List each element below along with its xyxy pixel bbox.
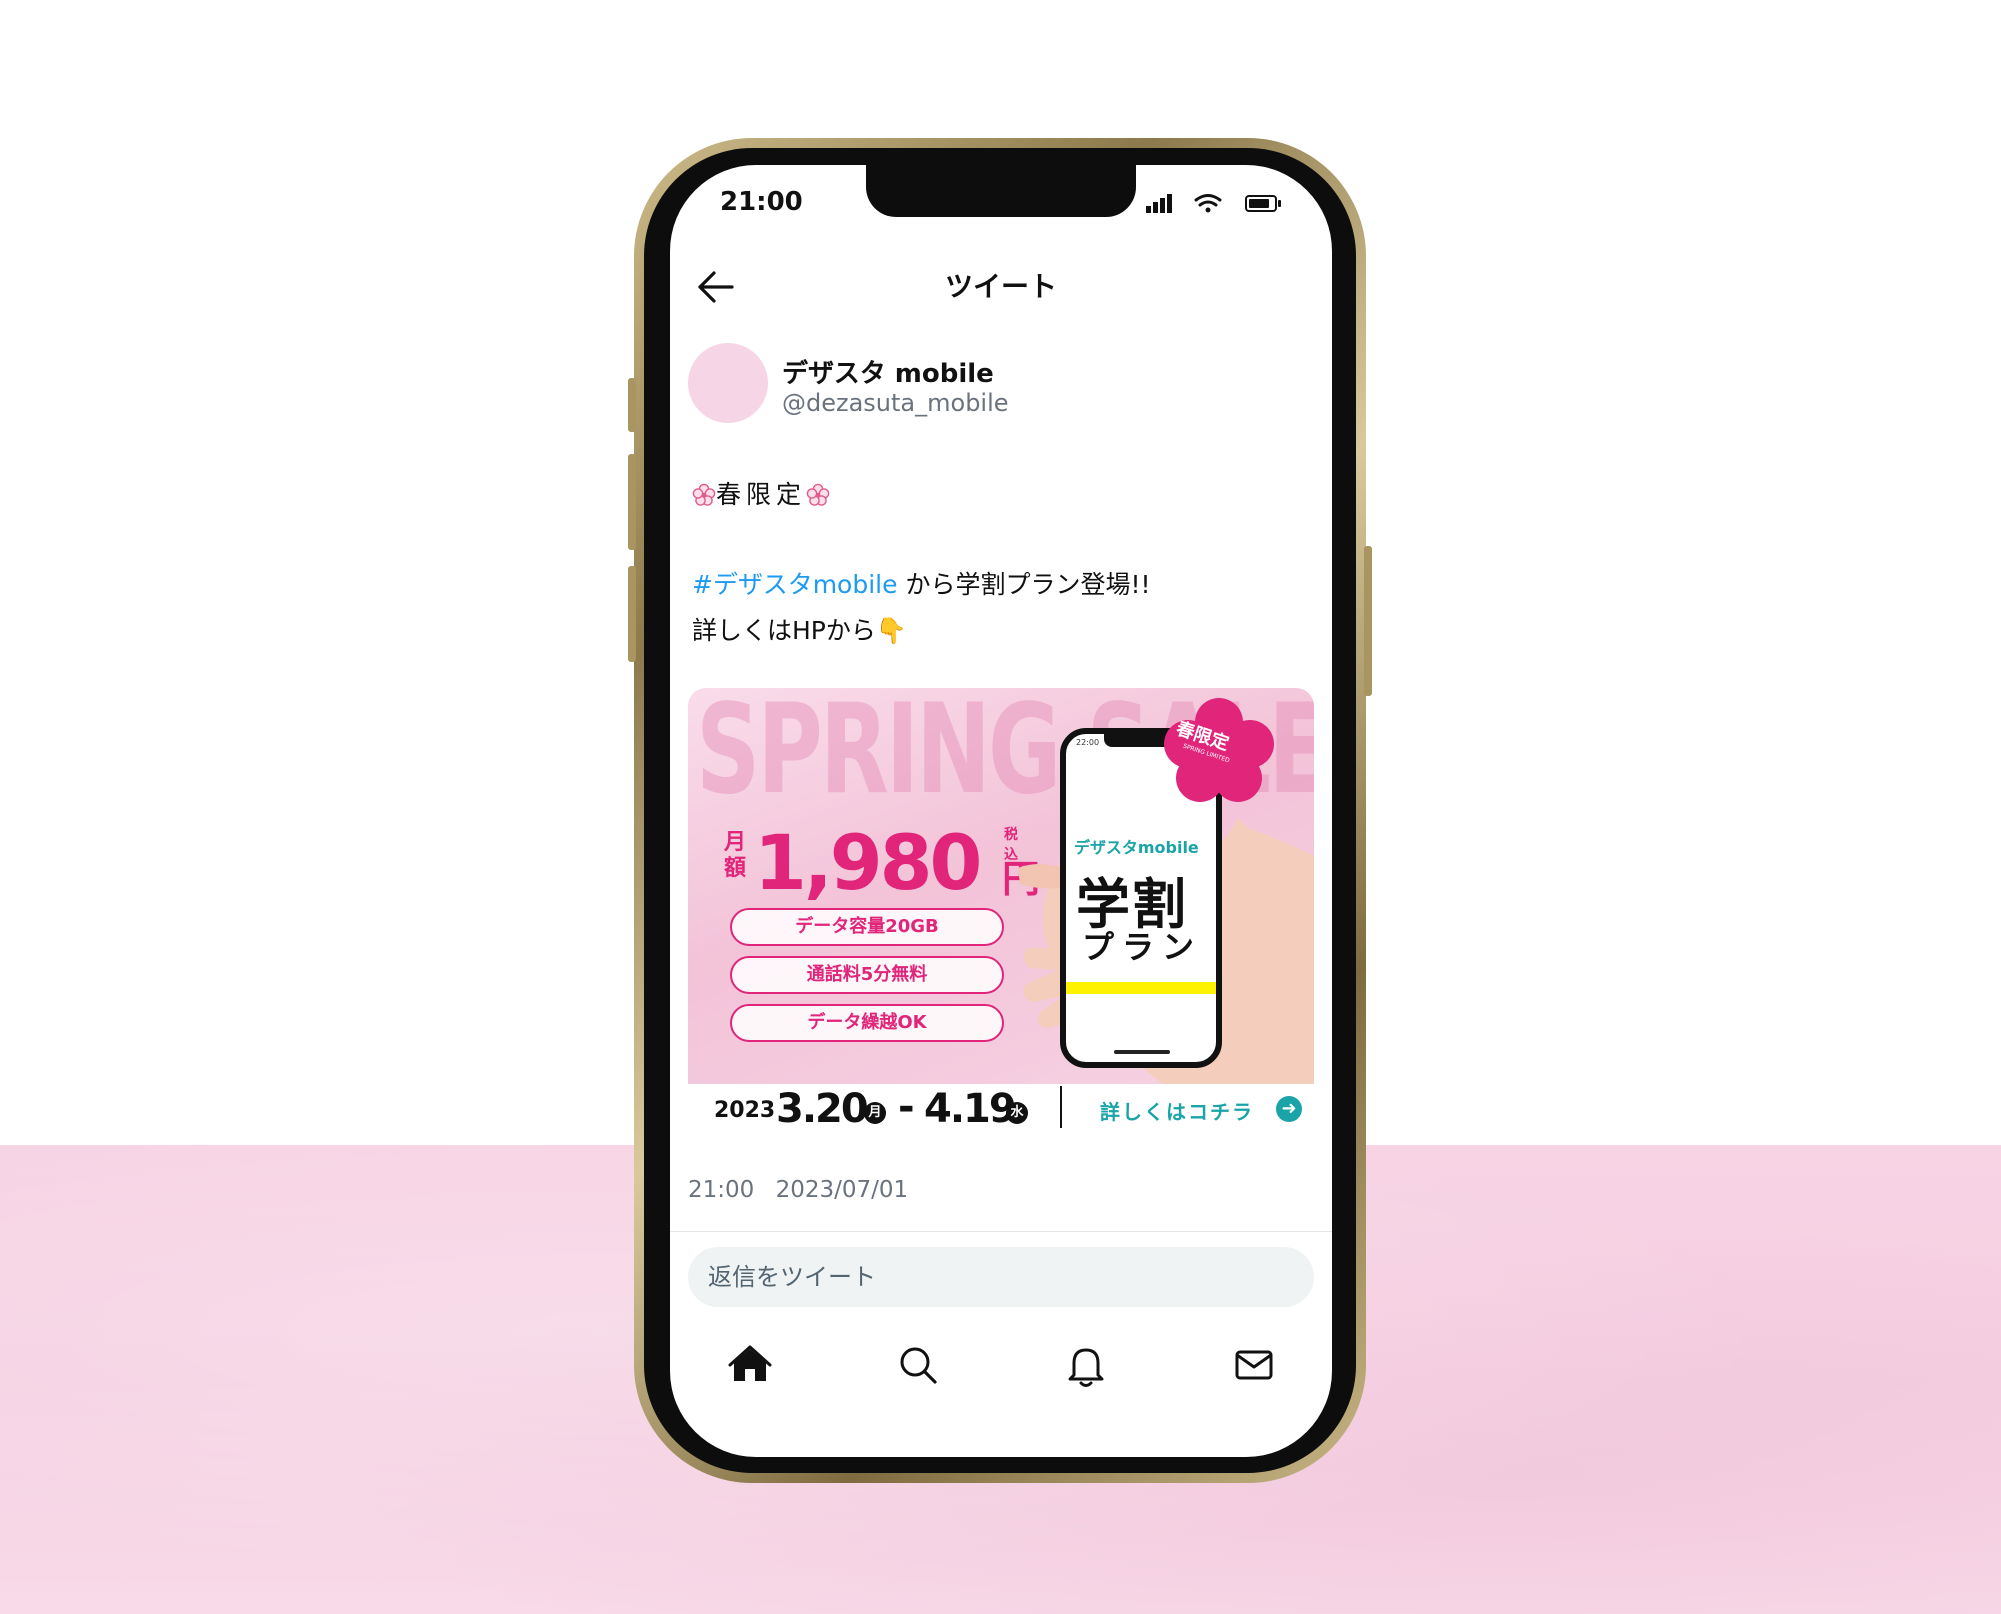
tweet-line-2-text: から学割プラン登場!! xyxy=(897,570,1151,599)
volume-down-button xyxy=(628,566,636,662)
tweet-headline: 春限定 xyxy=(692,475,830,511)
home-icon[interactable] xyxy=(720,1335,780,1395)
mini-phone-brand: デザスタmobile xyxy=(1074,838,1199,857)
avatar[interactable] xyxy=(688,343,768,423)
signal-icon xyxy=(1146,194,1172,213)
sale-period-bar: 2023 3.20 月 - 4.19 水 詳しくはコチラ ➜ xyxy=(688,1084,1314,1128)
feature-pill: データ容量20GB xyxy=(730,908,1004,946)
hashtag-link[interactable]: #デザスタmobile xyxy=(692,570,898,599)
feature-pill: 通話料5分無料 xyxy=(730,956,1004,994)
search-icon[interactable] xyxy=(888,1335,948,1395)
notch xyxy=(866,165,1136,217)
date-separator: - xyxy=(898,1084,915,1128)
bottom-tab-bar xyxy=(670,1335,1332,1395)
mini-phone-home-indicator xyxy=(1114,1050,1170,1054)
battery-icon xyxy=(1245,195,1281,212)
mute-switch xyxy=(628,378,636,432)
phone-screen: 21:00 ツイート デザスタ mobile @dezasuta_mobile … xyxy=(670,165,1332,1457)
user-handle[interactable]: @dezasuta_mobile xyxy=(782,389,1009,417)
arrow-right-icon[interactable]: ➜ xyxy=(1276,1096,1302,1122)
feature-pill: データ繰越OK xyxy=(730,1004,1004,1042)
price-prefix: 月額 xyxy=(724,830,747,881)
tweet-timestamp: 21:00 2023/07/01 xyxy=(688,1177,909,1203)
date-start-weekday: 月 xyxy=(864,1102,886,1124)
tweet-line-3-text: 詳しくはHPから xyxy=(692,616,876,645)
display-name[interactable]: デザスタ mobile xyxy=(782,353,994,390)
date-end: 4.19 xyxy=(924,1086,1017,1128)
power-button xyxy=(1364,546,1372,696)
wifi-icon xyxy=(1194,194,1222,213)
tweet-line-3: 詳しくはHPから👇 xyxy=(692,611,907,647)
tweet-line-2: #デザスタmobile から学割プラン登場!! xyxy=(692,565,1151,601)
date-year: 2023 xyxy=(714,1098,776,1123)
cherry-blossom-icon xyxy=(806,483,830,506)
banner-background: SPRING SALE 月額 1,980 税込 円 データ容量20GB 通話料5… xyxy=(688,688,1314,1088)
promo-banner-image[interactable]: SPRING SALE 月額 1,980 税込 円 データ容量20GB 通話料5… xyxy=(688,688,1314,1128)
status-icons xyxy=(1146,194,1281,213)
divider xyxy=(670,1231,1332,1232)
cherry-blossom-icon xyxy=(692,483,716,506)
bell-icon[interactable] xyxy=(1056,1335,1116,1395)
volume-up-button xyxy=(628,454,636,550)
mini-phone-subtitle: プラン xyxy=(1082,928,1203,966)
mini-phone-highlight-bar xyxy=(1066,982,1216,994)
details-link[interactable]: 詳しくはコチラ xyxy=(1100,1096,1254,1125)
mini-phone-time: 22:00 xyxy=(1076,738,1100,747)
date-start: 3.20 xyxy=(776,1086,869,1128)
mail-icon[interactable] xyxy=(1224,1335,1284,1395)
reply-input[interactable]: 返信をツイート xyxy=(688,1247,1314,1307)
price-value: 1,980 xyxy=(754,818,982,907)
status-time: 21:00 xyxy=(720,187,803,217)
headline-text: 春限定 xyxy=(716,480,807,509)
date-divider xyxy=(1060,1086,1062,1128)
date-end-weekday: 水 xyxy=(1006,1102,1028,1124)
pointing-down-emoji: 👇 xyxy=(875,616,908,645)
page-title: ツイート xyxy=(944,270,1057,303)
